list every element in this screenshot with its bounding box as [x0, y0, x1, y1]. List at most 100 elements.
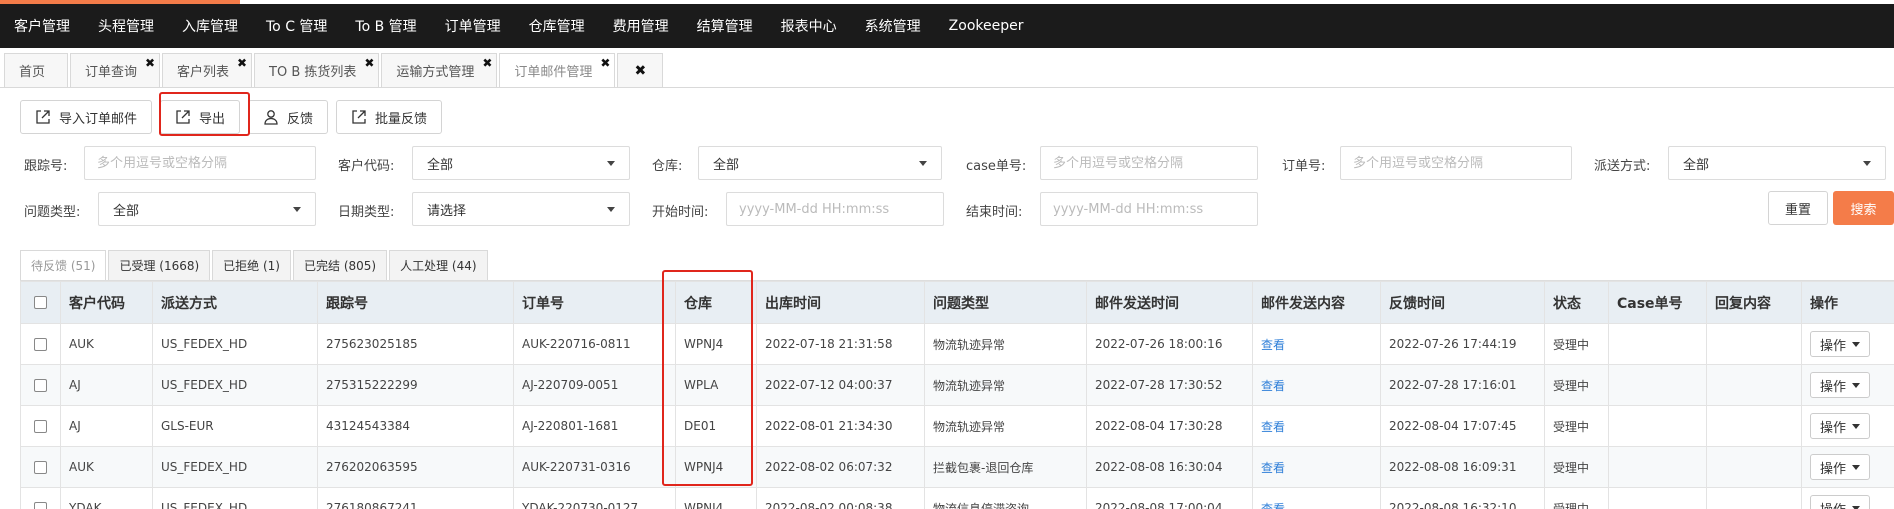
table-cell: 2022-07-12 04:00:37 — [756, 364, 925, 406]
nav-report-center[interactable]: 报表中心 — [781, 16, 837, 36]
export-icon — [176, 110, 190, 124]
reset-button[interactable]: 重置 — [1768, 191, 1828, 225]
tab-shipping-method[interactable]: 运输方式管理 ✖ — [381, 53, 498, 87]
button-label: 导出 — [199, 111, 226, 127]
status-tab-pending-feedback[interactable]: 待反馈 (51) — [20, 250, 107, 280]
chevron-down-icon — [293, 206, 301, 212]
table-cell: AJ-220709-0051 — [513, 364, 676, 406]
status-tab-rejected[interactable]: 已拒绝 (1) — [212, 250, 291, 280]
row-action-dropdown[interactable]: 操作 — [1810, 331, 1871, 357]
warehouse-select[interactable]: 全部 — [698, 146, 942, 180]
nav-toc-management[interactable]: To C 管理 — [266, 16, 327, 36]
row-action-dropdown[interactable]: 操作 — [1810, 454, 1871, 480]
table-cell: US_FEDEX_HD — [152, 323, 318, 365]
table-body: AUK US_FEDEX_HD 275623025185 AUK-220716-081… — [20, 323, 1894, 509]
nav-first-leg-management[interactable]: 头程管理 — [98, 16, 154, 36]
caret-down-icon — [1852, 505, 1861, 509]
case-no-input[interactable] — [1040, 146, 1258, 180]
table-cell: WPNJ4 — [675, 323, 757, 365]
table-row: YDAK US_FEDEX_HD 276180867241 YDAK-220730-0… — [20, 487, 1894, 509]
delivery-method-label: 派送方式: — [1594, 159, 1651, 174]
nav-tob-management[interactable]: To B 管理 — [355, 16, 416, 36]
tab-customer-list[interactable]: 客户列表 ✖ — [162, 53, 253, 87]
nav-fee-management[interactable]: 费用管理 — [613, 16, 669, 36]
table-cell: 物流轨迹异常 — [924, 323, 1087, 365]
table-cell — [1706, 323, 1802, 365]
nav-system-management[interactable]: 系统管理 — [865, 16, 921, 36]
end-time-input[interactable] — [1040, 192, 1258, 226]
table-cell: 275623025185 — [317, 323, 514, 365]
nav-settlement-management[interactable]: 结算管理 — [697, 16, 753, 36]
row-checkbox[interactable] — [34, 502, 47, 509]
close-all-tabs-button[interactable]: ✖ — [617, 53, 664, 87]
table-cell: YDAK — [60, 487, 153, 509]
table-row: AJ GLS-EUR 43124543384 AJ-220801-1681 DE01 20… — [20, 405, 1894, 447]
table-cell: 受理中 — [1544, 364, 1609, 406]
nav-customer-management[interactable]: 客户管理 — [14, 16, 70, 36]
batch-feedback-button[interactable]: 批量反馈 — [336, 100, 443, 134]
table-cell: 2022-08-01 21:34:30 — [756, 405, 925, 447]
table-cell: 2022-08-04 17:07:45 — [1380, 405, 1545, 447]
nav-zookeeper[interactable]: Zookeeper — [949, 18, 1024, 34]
feedback-button[interactable]: 反馈 — [248, 100, 329, 134]
table-cell: 物流轨迹异常 — [924, 405, 1087, 447]
customer-code-select[interactable]: 全部 — [412, 146, 630, 180]
view-email-link[interactable]: 查看 — [1261, 420, 1285, 434]
table-cell: 2022-08-02 00:08:38 — [756, 487, 925, 509]
table-cell: AUK-220716-0811 — [513, 323, 676, 365]
export-button[interactable]: 导出 — [160, 100, 241, 134]
tab-home[interactable]: 首页 — [4, 53, 69, 87]
status-tab-manual[interactable]: 人工处理 (44) — [389, 250, 488, 280]
nav-warehouse-management[interactable]: 仓库管理 — [529, 16, 585, 36]
nav-order-management[interactable]: 订单管理 — [445, 16, 501, 36]
table-cell: WPNJ4 — [675, 487, 757, 509]
status-tab-accepted[interactable]: 已受理 (1668) — [108, 250, 211, 280]
dropdown-label: 操作 — [1820, 379, 1847, 395]
issue-type-select[interactable]: 全部 — [98, 192, 316, 226]
tab-label: 首页 — [19, 65, 46, 80]
order-no-input[interactable] — [1340, 146, 1572, 180]
tab-order-email-management[interactable]: 订单邮件管理 ✖ — [499, 53, 616, 87]
order-email-table-container[interactable]: 客户代码 派送方式 跟踪号 订单号 仓库 出库时间 问题类型 邮件发送时间 邮件… — [20, 280, 1894, 509]
row-checkbox[interactable] — [34, 461, 47, 474]
close-icon[interactable]: ✖ — [364, 56, 374, 70]
column-header: 派送方式 — [152, 281, 318, 324]
select-all-checkbox[interactable] — [34, 296, 47, 309]
tab-tob-picking-list[interactable]: TO B 拣货列表 ✖ — [254, 53, 380, 87]
close-icon[interactable]: ✖ — [237, 56, 247, 70]
top-navigation: 客户管理 头程管理 入库管理 To C 管理 To B 管理 订单管理 仓库管理… — [0, 4, 1894, 48]
tracking-no-input[interactable] — [84, 146, 316, 180]
table-cell: GLS-EUR — [152, 405, 318, 447]
table-cell — [1706, 487, 1802, 509]
row-action-dropdown[interactable]: 操作 — [1810, 413, 1871, 439]
search-button[interactable]: 搜索 — [1833, 191, 1894, 225]
date-type-select[interactable]: 请选择 — [412, 192, 630, 226]
table-cell: 操作 — [1801, 405, 1894, 447]
issue-type-label: 问题类型: — [24, 205, 81, 220]
row-checkbox[interactable] — [34, 420, 47, 433]
nav-inbound-management[interactable]: 入库管理 — [182, 16, 238, 36]
row-checkbox[interactable] — [34, 338, 47, 351]
table-cell — [1706, 364, 1802, 406]
column-header: 邮件发送时间 — [1086, 281, 1253, 324]
table-cell: 查看 — [1252, 364, 1381, 406]
case-no-label: case单号: — [966, 159, 1027, 174]
close-icon[interactable]: ✖ — [482, 56, 492, 70]
view-email-link[interactable]: 查看 — [1261, 461, 1285, 475]
delivery-method-select[interactable]: 全部 — [1668, 146, 1886, 180]
row-action-dropdown[interactable]: 操作 — [1810, 372, 1871, 398]
view-email-link[interactable]: 查看 — [1261, 379, 1285, 393]
start-time-input[interactable] — [726, 192, 944, 226]
view-email-link[interactable]: 查看 — [1261, 338, 1285, 352]
close-icon[interactable]: ✖ — [145, 56, 155, 70]
table-cell: US_FEDEX_HD — [152, 446, 318, 488]
view-email-link[interactable]: 查看 — [1261, 502, 1285, 509]
table-cell: 43124543384 — [317, 405, 514, 447]
import-order-email-button[interactable]: 导入订单邮件 — [20, 100, 153, 134]
table-cell — [1608, 323, 1707, 365]
status-tab-completed[interactable]: 已完结 (805) — [293, 250, 388, 280]
close-icon[interactable]: ✖ — [600, 56, 610, 70]
row-checkbox[interactable] — [34, 379, 47, 392]
row-action-dropdown[interactable]: 操作 — [1810, 495, 1871, 509]
tab-order-query[interactable]: 订单查询 ✖ — [70, 53, 161, 87]
